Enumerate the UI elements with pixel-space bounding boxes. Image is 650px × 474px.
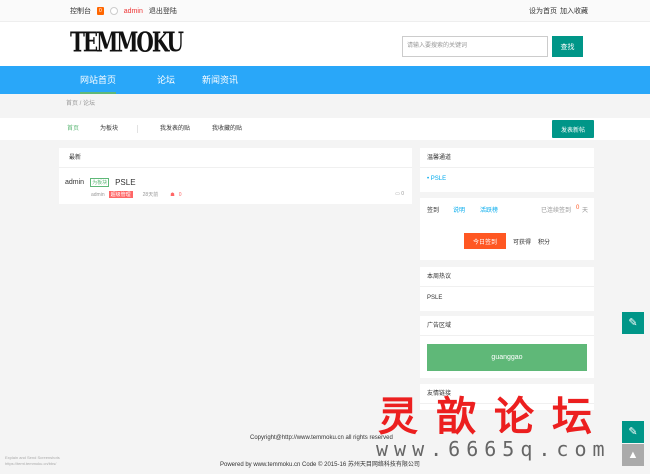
subnav-item-my-posts[interactable]: 我发表的贴 [160,118,190,140]
subnav-divider [137,125,138,133]
nav-item-news[interactable]: 新闻资讯 [202,66,238,94]
logout-link[interactable]: 退出登陆 [149,6,177,16]
sign-in-label: 签到 [427,208,440,214]
reward-count: 0 [178,191,182,198]
warm-channel-panel: 温馨通道 • PSLE [420,148,594,192]
sign-streak-unit: 天 [582,208,589,214]
site-logo[interactable]: TEMMOKU [70,26,184,58]
post-meta: admin 超级管理 28天前 ☗ 0 [91,191,181,198]
top-bar: 控制台 0 admin 退出登陆 设为首页 加入收藏 [0,0,650,22]
post-byline[interactable]: admin [91,192,105,198]
sign-streak-label: 已连续签到 [541,208,572,214]
post-row: admin 为板块 PSLE [65,178,136,187]
username-link[interactable]: admin [124,8,143,15]
subnav-item-my-favorites[interactable]: 我收藏的贴 [212,118,242,140]
corner-note-line2: https://temt.temmoku.cn/bbs/ [5,461,57,466]
nav-item-home[interactable]: 网站首页 [80,66,117,94]
hot-topics-panel: 本周热议 PSLE [420,267,594,311]
overlay-title: 灵歆论坛 [378,393,610,440]
sign-explain-link[interactable]: 说明 [453,205,465,214]
post-board-tag[interactable]: 为板块 [90,178,110,187]
corner-note: Explain and Send Screenshots https://tem… [5,455,60,467]
ad-panel: 广告区域 guanggao [420,316,594,378]
hot-topic-link[interactable]: PSLE [427,295,442,301]
ad-banner[interactable]: guanggao [427,344,587,371]
pencil-icon[interactable]: ✎ [622,421,644,443]
post-time: 28天前 [142,192,159,198]
activity-rank-link[interactable]: 活跃榜 [480,205,498,214]
main-nav: 网站首页 论坛 新闻资讯 [0,66,650,94]
reward-icon: ☗ [170,191,175,198]
post-author[interactable]: admin [65,179,84,186]
reply-count: ▭ 0 [395,191,404,197]
points-label: 积分 [538,240,551,246]
nav-item-forum[interactable]: 论坛 [157,66,175,94]
vip-badge: 超级管理 [108,191,133,198]
sign-in-button[interactable]: 今日签到 [464,233,506,249]
console-link[interactable]: 控制台 [70,6,91,16]
set-home-link[interactable]: 设为首页 [529,6,557,16]
top-bar-right: 设为首页 加入收藏 [529,0,588,22]
sign-streak-days: 0 [576,205,580,211]
subnav-item-home[interactable]: 首页 [67,118,79,140]
top-bar-left: 控制台 0 admin 退出登陆 [70,0,177,22]
breadcrumb-text[interactable]: 首页 / 论坛 [66,94,95,114]
header: TEMMOKU 请输入要搜索的关键词 查找 [0,22,650,66]
earn-label: 可获得 [513,240,532,246]
message-badge[interactable]: 0 [97,7,104,15]
sign-in-panel: 签到 说明 活跃榜 已连续签到 0 天 今日签到 可获得 积分 [420,198,594,260]
add-favorite-link[interactable]: 加入收藏 [560,6,588,16]
warm-channel-title: 温馨通道 [420,148,594,168]
overlay-url: www.6665q.com [376,437,611,461]
new-post-button[interactable]: 发表新帖 [552,120,594,138]
subnav-item-board[interactable]: 为板块 [100,118,118,140]
pencil-icon[interactable]: ✎ [622,312,644,334]
post-title[interactable]: PSLE [115,178,135,187]
hot-topics-title: 本周热议 [420,267,594,287]
avatar[interactable] [109,7,118,15]
sub-nav: 首页 为板块 我发表的贴 我收藏的贴 发表新帖 [0,118,650,140]
post-list-header: 最新 [59,148,412,168]
rocket-icon[interactable]: ▲ [622,444,644,466]
breadcrumb: 首页 / 论坛 [0,94,650,118]
warm-channel-link[interactable]: • PSLE [427,176,446,182]
reply-count-value: 0 [401,191,404,197]
search-input[interactable]: 请输入要搜索的关键词 [402,36,548,57]
copyright-text: Copyright@http://www.temmoku.cn all righ… [250,435,393,441]
post-list-panel: 最新 admin 为板块 PSLE admin 超级管理 28天前 ☗ 0 ▭ … [59,148,412,204]
ad-title: 广告区域 [420,316,594,336]
comment-icon: ▭ [395,191,400,197]
search-button[interactable]: 查找 [552,36,583,57]
